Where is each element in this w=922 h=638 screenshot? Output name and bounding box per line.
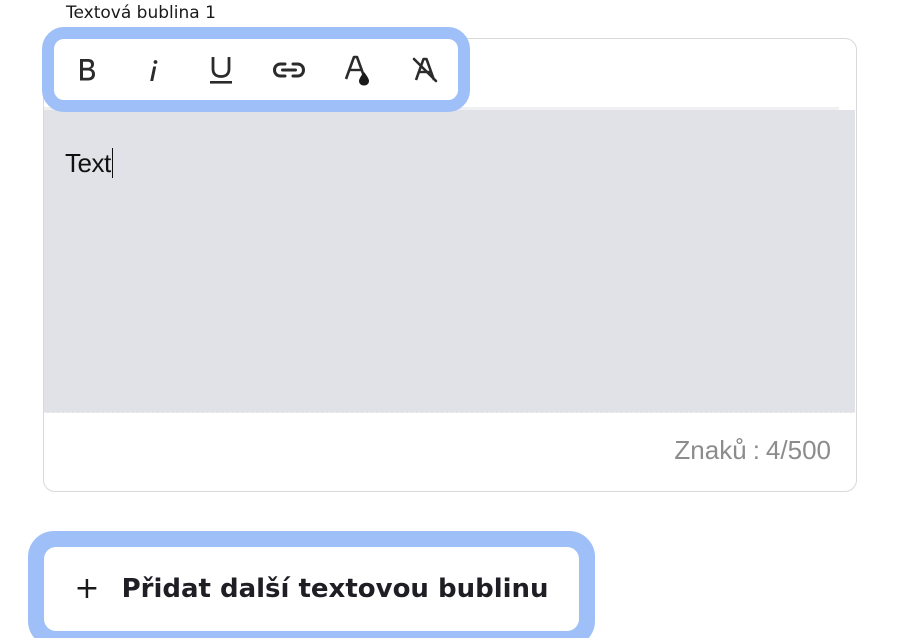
plus-icon: + (74, 571, 100, 606)
italic-icon (143, 56, 163, 84)
underline-button[interactable] (196, 47, 246, 93)
text-input-area[interactable]: Text (44, 110, 855, 413)
formatting-toolbar (54, 39, 458, 100)
add-button-label: Přidat další textovou bublinu (121, 574, 549, 604)
page: Textová bublina 1 Text Znaků:4/500 + Při… (0, 0, 922, 638)
clear-format-icon (410, 55, 440, 85)
italic-button[interactable] (128, 47, 178, 93)
text-color-icon (342, 54, 372, 86)
character-counter: Znaků:4/500 (674, 435, 831, 466)
text-caret (111, 148, 114, 178)
link-icon (271, 60, 307, 80)
add-text-bubble-button[interactable]: + Přidat další textovou bublinu (44, 547, 579, 631)
counter-value: 4/500 (765, 435, 831, 465)
text-value: Text (65, 148, 111, 178)
link-button[interactable] (264, 47, 314, 93)
bold-icon (75, 56, 99, 84)
field-label: Textová bublina 1 (66, 3, 216, 23)
add-button-highlight: + Přidat další textovou bublinu (28, 531, 595, 638)
text-content: Text (65, 148, 114, 179)
toolbar-highlight (42, 27, 470, 112)
underline-icon (207, 54, 235, 86)
bold-button[interactable] (62, 47, 112, 93)
counter-label: Znaků (674, 435, 747, 465)
clear-format-button[interactable] (400, 47, 450, 93)
text-color-button[interactable] (332, 47, 382, 93)
counter-separator: : (752, 435, 760, 465)
